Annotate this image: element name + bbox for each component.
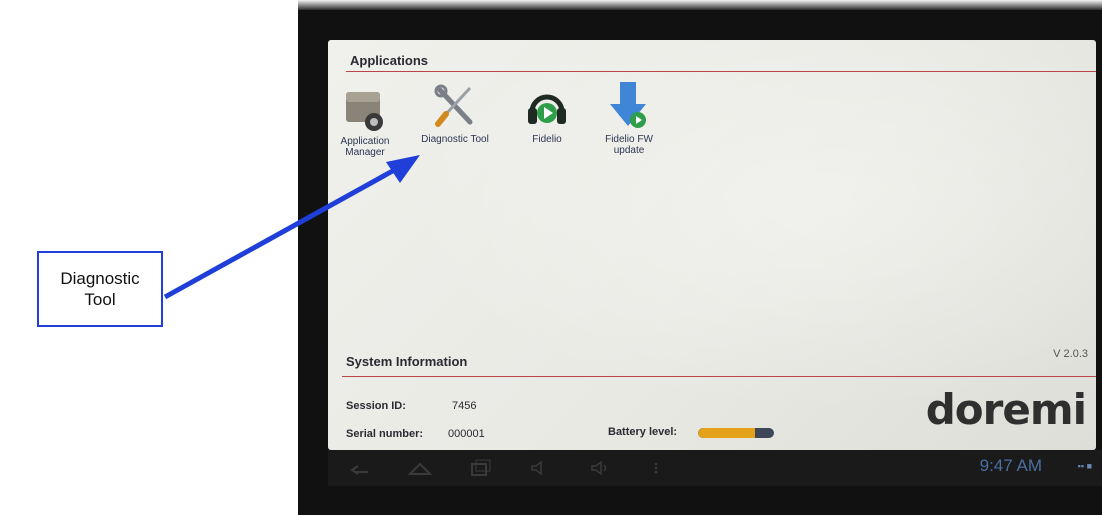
callout-arrow: [163, 155, 420, 300]
